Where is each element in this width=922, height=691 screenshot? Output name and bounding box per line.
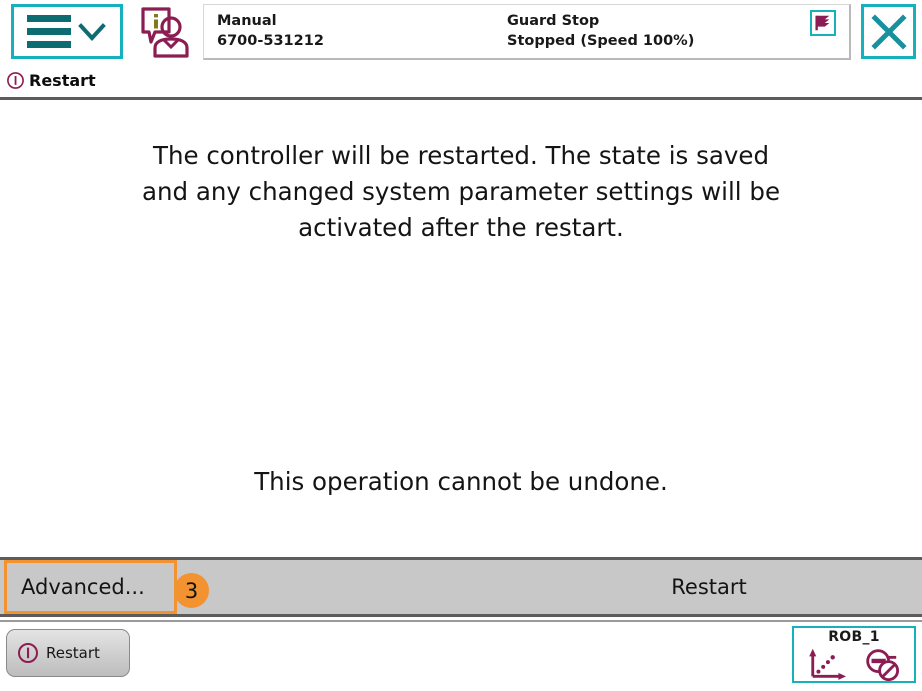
taskbar: Restart ROB_1 xyxy=(0,620,922,691)
status-panel[interactable]: Manual 6700-531212 Guard Stop Stopped (S… xyxy=(203,3,851,60)
task-flag-icon[interactable] xyxy=(810,9,836,36)
robot-status-panel[interactable]: ROB_1 xyxy=(792,626,916,683)
page-title: Restart xyxy=(29,70,96,90)
robot-name: ROB_1 xyxy=(828,629,880,645)
restart-message: The controller will be restarted. The st… xyxy=(141,141,781,242)
status-operating-mode: Manual xyxy=(217,12,277,29)
main-menu-button[interactable] xyxy=(11,4,123,59)
hamburger-icon xyxy=(27,15,71,48)
motors-off-icon xyxy=(866,649,900,682)
page-title-bar: Restart xyxy=(0,63,922,97)
operator-info-icon[interactable] xyxy=(137,4,193,60)
chevron-down-icon xyxy=(78,22,106,41)
restart-warning-icon xyxy=(18,643,38,663)
status-mode-group: Manual 6700-531212 xyxy=(217,13,507,50)
taskbar-restart-task[interactable]: Restart xyxy=(6,629,130,677)
taskbar-divider xyxy=(0,620,922,622)
step-badge[interactable]: 3 xyxy=(174,573,209,608)
status-state-group: Guard Stop Stopped (Speed 100%) xyxy=(507,13,767,50)
header-bar: Manual 6700-531212 Guard Stop Stopped (S… xyxy=(0,0,922,63)
robot-icon-group xyxy=(794,645,914,683)
restart-button[interactable]: Restart xyxy=(503,561,915,613)
close-icon xyxy=(870,13,907,50)
coordinate-axes-icon xyxy=(809,648,846,680)
restart-screen: Manual 6700-531212 Guard Stop Stopped (S… xyxy=(0,0,922,691)
advanced-group: Advanced... 3 xyxy=(0,560,209,614)
status-motor-state: Stopped (Speed 100%) xyxy=(507,32,695,49)
close-button[interactable] xyxy=(861,4,916,59)
status-safety-state: Guard Stop xyxy=(507,12,600,29)
content-area: The controller will be restarted. The st… xyxy=(0,100,922,557)
status-controller-id: 6700-531212 xyxy=(217,32,324,49)
advanced-button[interactable]: Advanced... xyxy=(4,560,177,614)
taskbar-restart-label: Restart xyxy=(46,644,100,662)
restart-warning-icon xyxy=(7,71,24,89)
undo-warning-message: This operation cannot be undone. xyxy=(254,467,668,496)
action-bar: Advanced... 3 Restart xyxy=(0,557,922,617)
advanced-button-label: Advanced... xyxy=(21,575,145,599)
